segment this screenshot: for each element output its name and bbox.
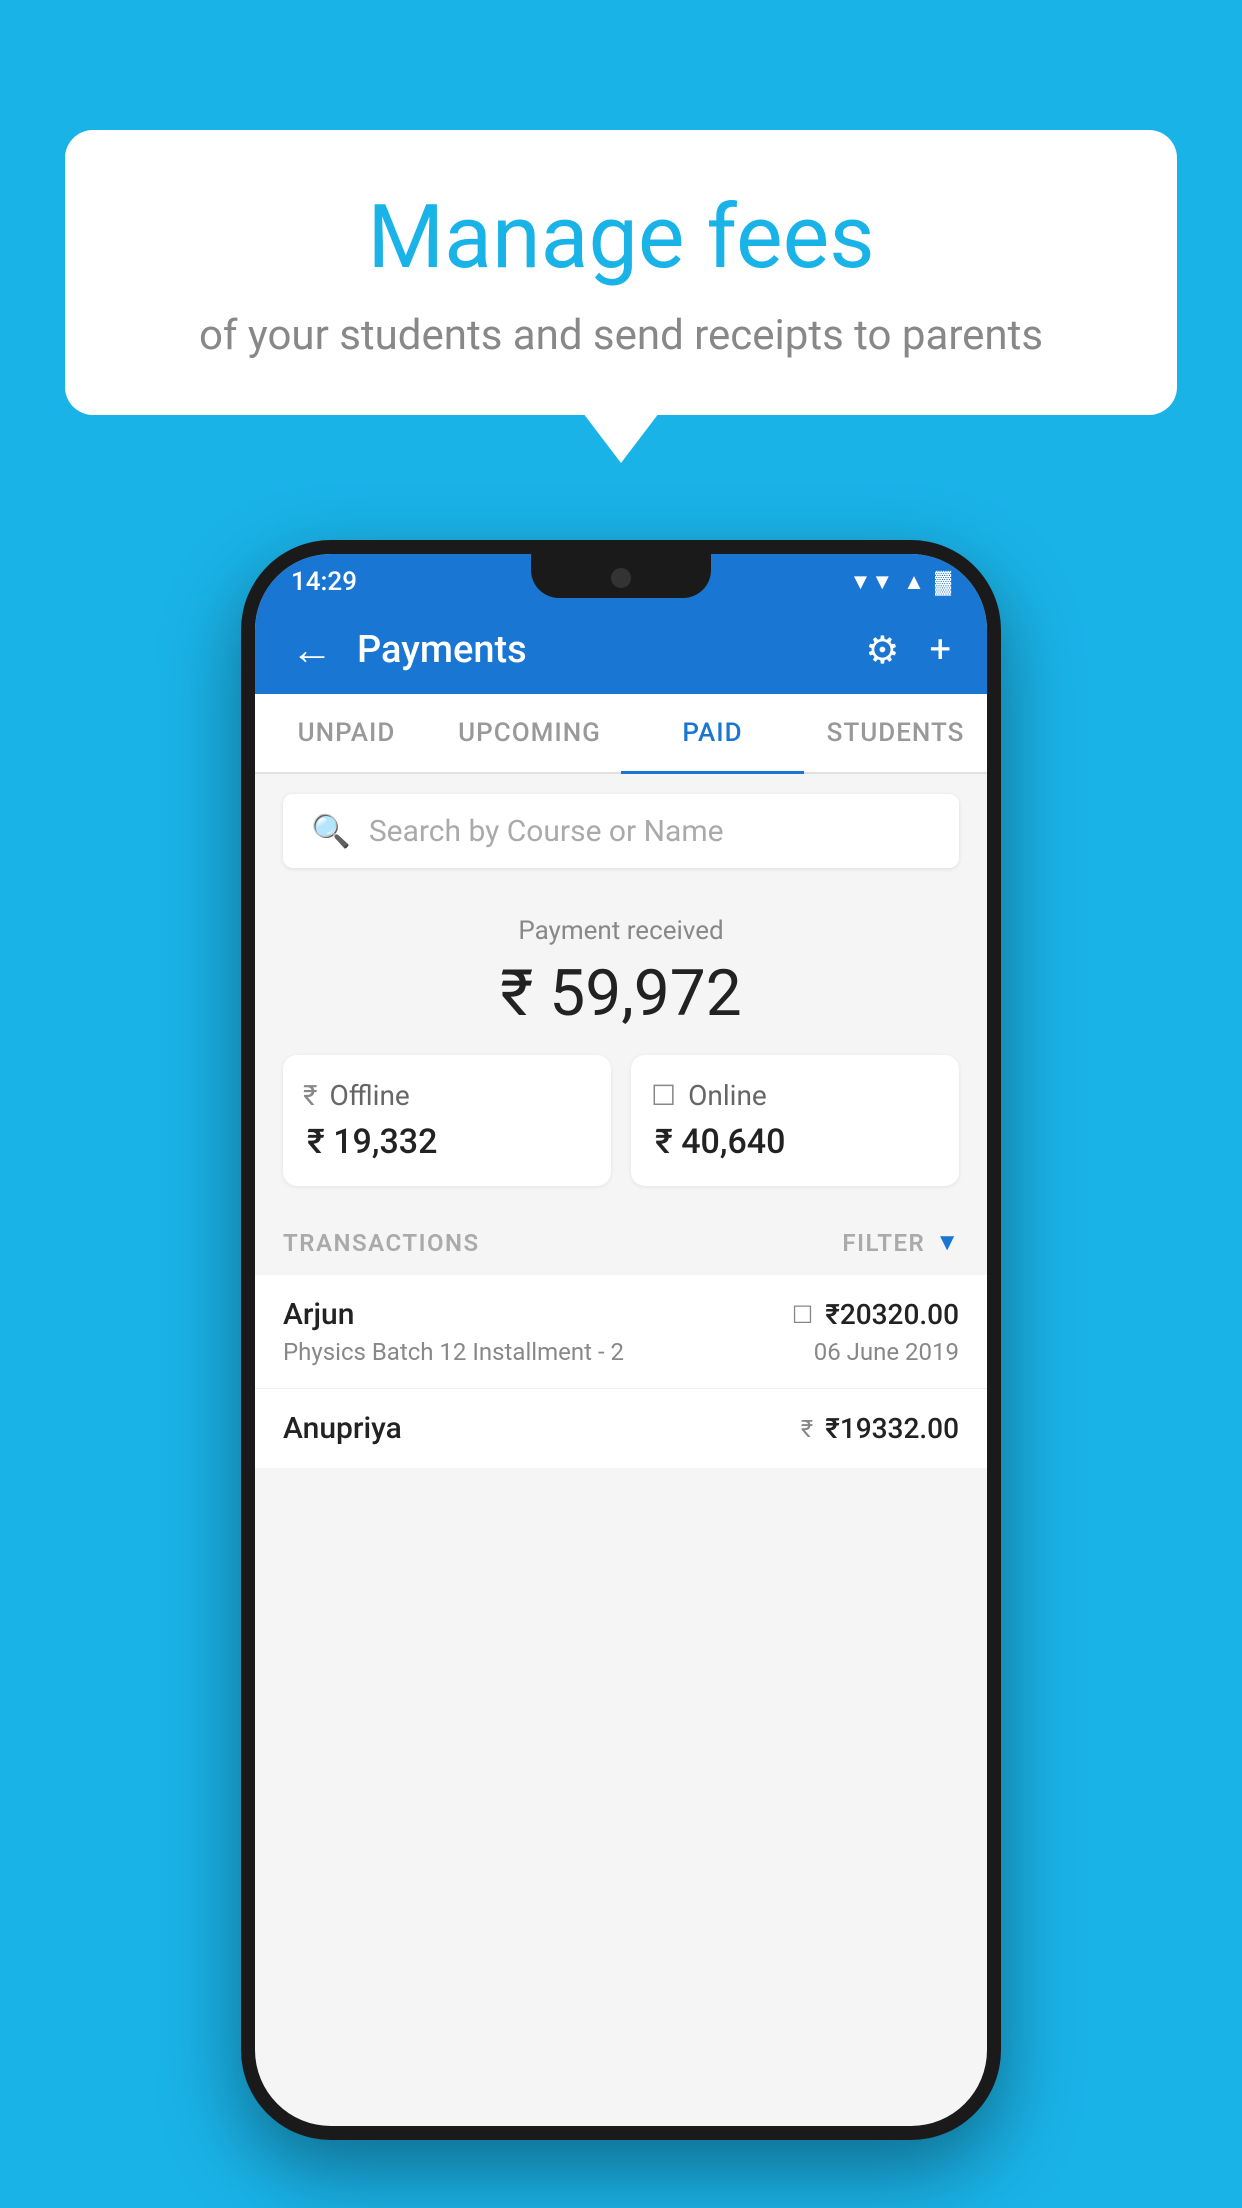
header-right: ⚙ + (865, 628, 951, 673)
camera-notch (611, 568, 631, 588)
filter-button[interactable]: FILTER ▼ (842, 1228, 959, 1257)
phone-notch (531, 554, 711, 598)
speech-bubble-container: Manage fees of your students and send re… (65, 130, 1177, 415)
header-title: Payments (357, 628, 527, 672)
app-header: ← Payments ⚙ + (255, 606, 987, 694)
wifi-icon: ▼▼ (850, 569, 894, 595)
online-card-top: ☐ Online (651, 1079, 767, 1112)
transaction-top-2: Anupriya ₹ ₹19332.00 (283, 1411, 959, 1446)
tab-students[interactable]: STUDENTS (804, 694, 987, 772)
search-icon: 🔍 (311, 812, 351, 850)
phone-screen: 14:29 ▼▼ ▲ ▓ ← Payments ⚙ + (255, 554, 987, 2126)
transaction-amount-wrap-2: ₹ ₹19332.00 (801, 1412, 959, 1445)
status-time: 14:29 (291, 567, 357, 597)
online-amount: ₹ 40,640 (651, 1122, 785, 1162)
transaction-amount-2: ₹19332.00 (825, 1412, 959, 1445)
battery-icon: ▓ (935, 569, 951, 595)
tab-paid[interactable]: PAID (621, 694, 804, 772)
status-icons: ▼▼ ▲ ▓ (850, 569, 951, 595)
offline-payment-icon-2: ₹ (801, 1415, 813, 1443)
bubble-subtitle: of your students and send receipts to pa… (145, 311, 1097, 360)
payment-received-label: Payment received (283, 916, 959, 946)
payment-cards: ₹ Offline ₹ 19,332 ☐ Online ₹ 40,640 (283, 1055, 959, 1186)
transaction-top-1: Arjun ☐ ₹20320.00 (283, 1297, 959, 1332)
transaction-name-2: Anupriya (283, 1411, 402, 1446)
online-card: ☐ Online ₹ 40,640 (631, 1055, 959, 1186)
search-bar[interactable]: 🔍 Search by Course or Name (283, 794, 959, 868)
card-payment-icon-1: ☐ (792, 1301, 814, 1329)
transaction-date-1: 06 June 2019 (814, 1338, 959, 1366)
offline-label: Offline (329, 1079, 409, 1112)
offline-card-top: ₹ Offline (303, 1079, 410, 1112)
table-row[interactable]: Anupriya ₹ ₹19332.00 (255, 1389, 987, 1468)
tabs-container: UNPAID UPCOMING PAID STUDENTS (255, 694, 987, 774)
signal-icon: ▲ (903, 569, 925, 595)
transaction-amount-wrap-1: ☐ ₹20320.00 (792, 1298, 959, 1331)
phone-outer: 14:29 ▼▼ ▲ ▓ ← Payments ⚙ + (241, 540, 1001, 2140)
add-icon[interactable]: + (929, 628, 951, 672)
transactions-list: Arjun ☐ ₹20320.00 Physics Batch 12 Insta… (255, 1275, 987, 1468)
transaction-bottom-1: Physics Batch 12 Installment - 2 06 June… (283, 1338, 959, 1366)
payment-summary: Payment received ₹ 59,972 ₹ Offline ₹ 19… (255, 888, 987, 1206)
offline-card: ₹ Offline ₹ 19,332 (283, 1055, 611, 1186)
payment-total-amount: ₹ 59,972 (283, 956, 959, 1031)
filter-icon: ▼ (935, 1228, 959, 1257)
transactions-header: TRANSACTIONS FILTER ▼ (255, 1206, 987, 1275)
speech-bubble: Manage fees of your students and send re… (65, 130, 1177, 415)
header-left: ← Payments (291, 626, 527, 675)
search-container: 🔍 Search by Course or Name (255, 774, 987, 888)
online-icon: ☐ (651, 1079, 676, 1112)
table-row[interactable]: Arjun ☐ ₹20320.00 Physics Batch 12 Insta… (255, 1275, 987, 1389)
tab-upcoming[interactable]: UPCOMING (438, 694, 621, 772)
phone-mockup: 14:29 ▼▼ ▲ ▓ ← Payments ⚙ + (241, 540, 1001, 2140)
tab-unpaid[interactable]: UNPAID (255, 694, 438, 772)
offline-amount: ₹ 19,332 (303, 1122, 437, 1162)
search-placeholder: Search by Course or Name (369, 814, 724, 849)
bubble-title: Manage fees (145, 190, 1097, 287)
back-button[interactable]: ← (291, 626, 333, 675)
transaction-amount-1: ₹20320.00 (825, 1298, 959, 1331)
transaction-name-1: Arjun (283, 1297, 354, 1332)
online-label: Online (688, 1079, 767, 1112)
filter-label: FILTER (842, 1229, 925, 1257)
offline-icon: ₹ (303, 1079, 317, 1112)
transaction-description-1: Physics Batch 12 Installment - 2 (283, 1338, 624, 1366)
gear-icon[interactable]: ⚙ (865, 628, 899, 673)
transactions-label: TRANSACTIONS (283, 1229, 480, 1257)
